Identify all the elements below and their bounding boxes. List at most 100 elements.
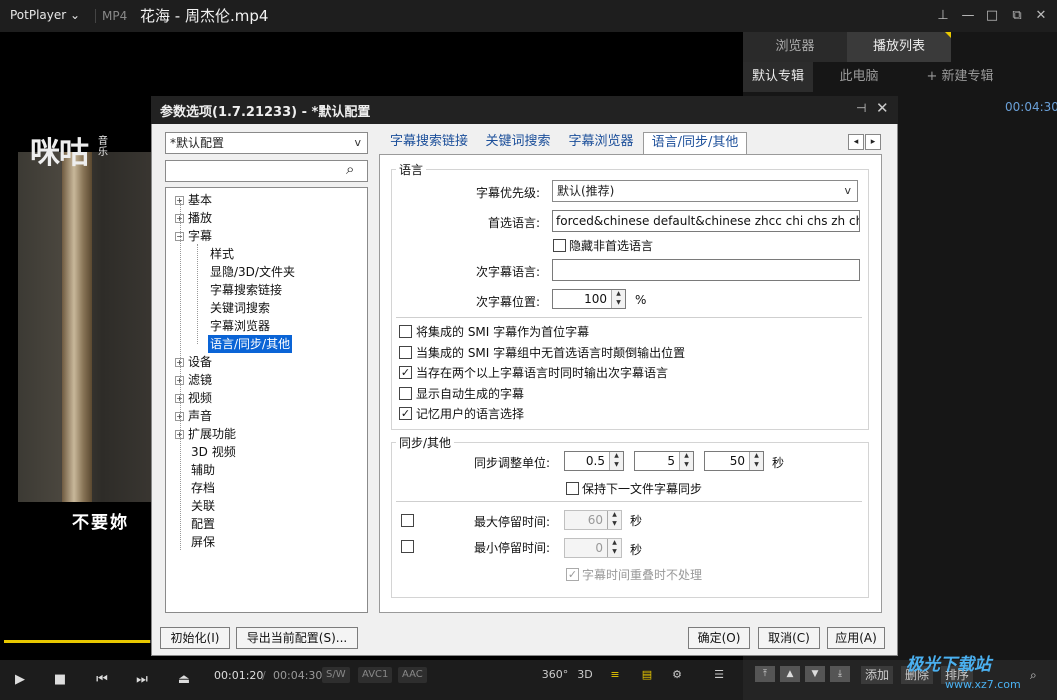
secondary-language-input[interactable]	[552, 259, 860, 281]
expand-icon[interactable]: +	[175, 358, 184, 367]
app-menu-button[interactable]: PotPlayer ⌄	[10, 8, 80, 22]
apply-button[interactable]: 应用(A)	[827, 627, 885, 649]
min-duration-spinner[interactable]: 0 ▲ ▼	[564, 538, 622, 558]
tree-item-archive[interactable]: 存档	[191, 479, 215, 497]
tree-item-style[interactable]: 样式	[210, 245, 234, 263]
stop-button[interactable]: ■	[46, 666, 74, 694]
tree-item-playback[interactable]: + 播放	[175, 209, 212, 227]
tree-item-search-links[interactable]: 字幕搜索链接	[210, 281, 282, 299]
option-checkbox[interactable]	[399, 346, 412, 359]
3d-icon[interactable]: 3D	[574, 665, 596, 685]
expand-icon[interactable]: +	[175, 394, 184, 403]
pin-icon[interactable]: ⊣	[856, 101, 866, 115]
tree-item-audio[interactable]: + 声音	[175, 407, 212, 425]
sw-badge[interactable]: S/W	[322, 667, 350, 683]
tree-item-extensions[interactable]: + 扩展功能	[175, 425, 236, 443]
tree-item-device[interactable]: + 设备	[175, 353, 212, 371]
move-bottom-button[interactable]: ⤓	[830, 666, 850, 682]
search-icon[interactable]: ⌕	[346, 160, 354, 178]
tab-language-sync[interactable]: 语言/同步/其他	[643, 132, 747, 154]
tab-browser[interactable]: 浏览器	[743, 32, 847, 62]
option-checkbox[interactable]: ✓	[399, 366, 412, 379]
min-duration-checkbox[interactable]	[401, 540, 414, 553]
dialog-close-button[interactable]: ✕	[876, 99, 889, 117]
tab-scroll-right[interactable]: ▸	[865, 134, 881, 150]
subtitle-icon[interactable]: ▤	[636, 665, 658, 685]
hide-nonpreferred-checkbox[interactable]	[553, 239, 566, 252]
priority-select[interactable]: 默认(推荐) v	[552, 180, 858, 202]
option-checkbox[interactable]: ✓	[399, 407, 412, 420]
close-button[interactable]: ✕	[1031, 6, 1051, 26]
tree-item-subtitle[interactable]: − 字幕	[175, 227, 212, 245]
move-down-button[interactable]: ▼	[805, 666, 825, 682]
tree-item-basic[interactable]: + 基本	[175, 191, 212, 209]
expand-icon[interactable]: +	[175, 376, 184, 385]
audio-codec-badge[interactable]: AAC	[398, 667, 427, 683]
sync-unit-spinner-1[interactable]: 0.5 ▲ ▼	[564, 451, 624, 471]
tab-playlist[interactable]: 播放列表	[847, 32, 951, 62]
option-checkbox[interactable]	[399, 325, 412, 338]
pin-icon[interactable]: ⊥	[933, 6, 953, 26]
search-icon[interactable]: ⌕	[1026, 666, 1041, 684]
tab-scroll-left[interactable]: ◂	[848, 134, 864, 150]
settings-search-input[interactable]	[165, 160, 368, 182]
subtitle-list-icon[interactable]: ≡	[604, 665, 626, 685]
max-duration-spinner[interactable]: 60 ▲ ▼	[564, 510, 622, 530]
new-album-button[interactable]: + 新建专辑	[905, 62, 1015, 92]
next-button[interactable]: ⏭	[128, 666, 156, 694]
preset-select[interactable]: *默认配置 v	[165, 132, 368, 154]
option-checkbox[interactable]	[399, 387, 412, 400]
tree-item-assist[interactable]: 辅助	[191, 461, 215, 479]
maximize-button[interactable]: □	[982, 6, 1002, 26]
settings-icon[interactable]: ⚙	[666, 665, 688, 685]
export-config-button[interactable]: 导出当前配置(S)...	[236, 627, 358, 649]
tab-subtitle-search-links[interactable]: 字幕搜索链接	[384, 132, 474, 154]
spin-down-icon[interactable]: ▼	[749, 461, 763, 470]
tree-item-screensaver[interactable]: 屏保	[191, 533, 215, 551]
sync-unit-spinner-3[interactable]: 50 ▲ ▼	[704, 451, 764, 471]
restore-button[interactable]: ⧉	[1007, 6, 1027, 26]
tree-item-visibility[interactable]: 显隐/3D/文件夹	[210, 263, 295, 281]
spin-up-icon[interactable]: ▲	[611, 290, 625, 299]
prev-button[interactable]: ⏮	[88, 666, 116, 694]
spin-up-icon[interactable]: ▲	[607, 539, 621, 548]
spin-up-icon[interactable]: ▲	[749, 452, 763, 461]
expand-icon[interactable]: +	[175, 214, 184, 223]
tab-keyword-search[interactable]: 关键词搜索	[480, 132, 556, 154]
menu-icon[interactable]: ☰	[708, 665, 730, 685]
spin-up-icon[interactable]: ▲	[609, 452, 623, 461]
spin-down-icon[interactable]: ▼	[607, 520, 621, 529]
add-button[interactable]: 添加	[861, 666, 894, 684]
spin-up-icon[interactable]: ▲	[679, 452, 693, 461]
overlap-checkbox[interactable]: ✓	[566, 568, 579, 581]
move-up-button[interactable]: ▲	[780, 666, 800, 682]
tree-item-filter[interactable]: + 滤镜	[175, 371, 212, 389]
cancel-button[interactable]: 取消(C)	[758, 627, 820, 649]
tree-item-language-sync[interactable]: 语言/同步/其他	[208, 335, 293, 353]
album-this-pc[interactable]: 此电脑	[814, 62, 904, 92]
tree-item-subtitle-browser[interactable]: 字幕浏览器	[210, 317, 270, 335]
spin-down-icon[interactable]: ▼	[607, 548, 621, 557]
collapse-icon[interactable]: −	[175, 232, 184, 241]
spin-down-icon[interactable]: ▼	[611, 299, 625, 308]
expand-icon[interactable]: +	[175, 196, 184, 205]
spin-down-icon[interactable]: ▼	[679, 461, 693, 470]
play-button[interactable]: ▶	[6, 666, 34, 694]
keep-sync-checkbox[interactable]	[566, 482, 579, 495]
expand-icon[interactable]: +	[175, 430, 184, 439]
minimize-button[interactable]: —	[958, 6, 978, 26]
vr-360-icon[interactable]: 360°	[540, 665, 570, 685]
secondary-position-spinner[interactable]: 100 ▲ ▼	[552, 289, 626, 309]
max-duration-checkbox[interactable]	[401, 514, 414, 527]
spin-up-icon[interactable]: ▲	[607, 511, 621, 520]
tree-item-keyword-search[interactable]: 关键词搜索	[210, 299, 270, 317]
video-codec-badge[interactable]: AVC1	[358, 667, 393, 683]
preferred-language-input[interactable]: forced&chinese default&chinese zhcc chi …	[552, 210, 860, 232]
ok-button[interactable]: 确定(O)	[688, 627, 750, 649]
tree-item-association[interactable]: 关联	[191, 497, 215, 515]
tree-item-3d-video[interactable]: 3D 视频	[191, 443, 236, 461]
tab-subtitle-browser[interactable]: 字幕浏览器	[562, 132, 640, 154]
tree-item-config[interactable]: 配置	[191, 515, 215, 533]
expand-icon[interactable]: +	[175, 412, 184, 421]
eject-button[interactable]: ⏏	[170, 666, 198, 694]
